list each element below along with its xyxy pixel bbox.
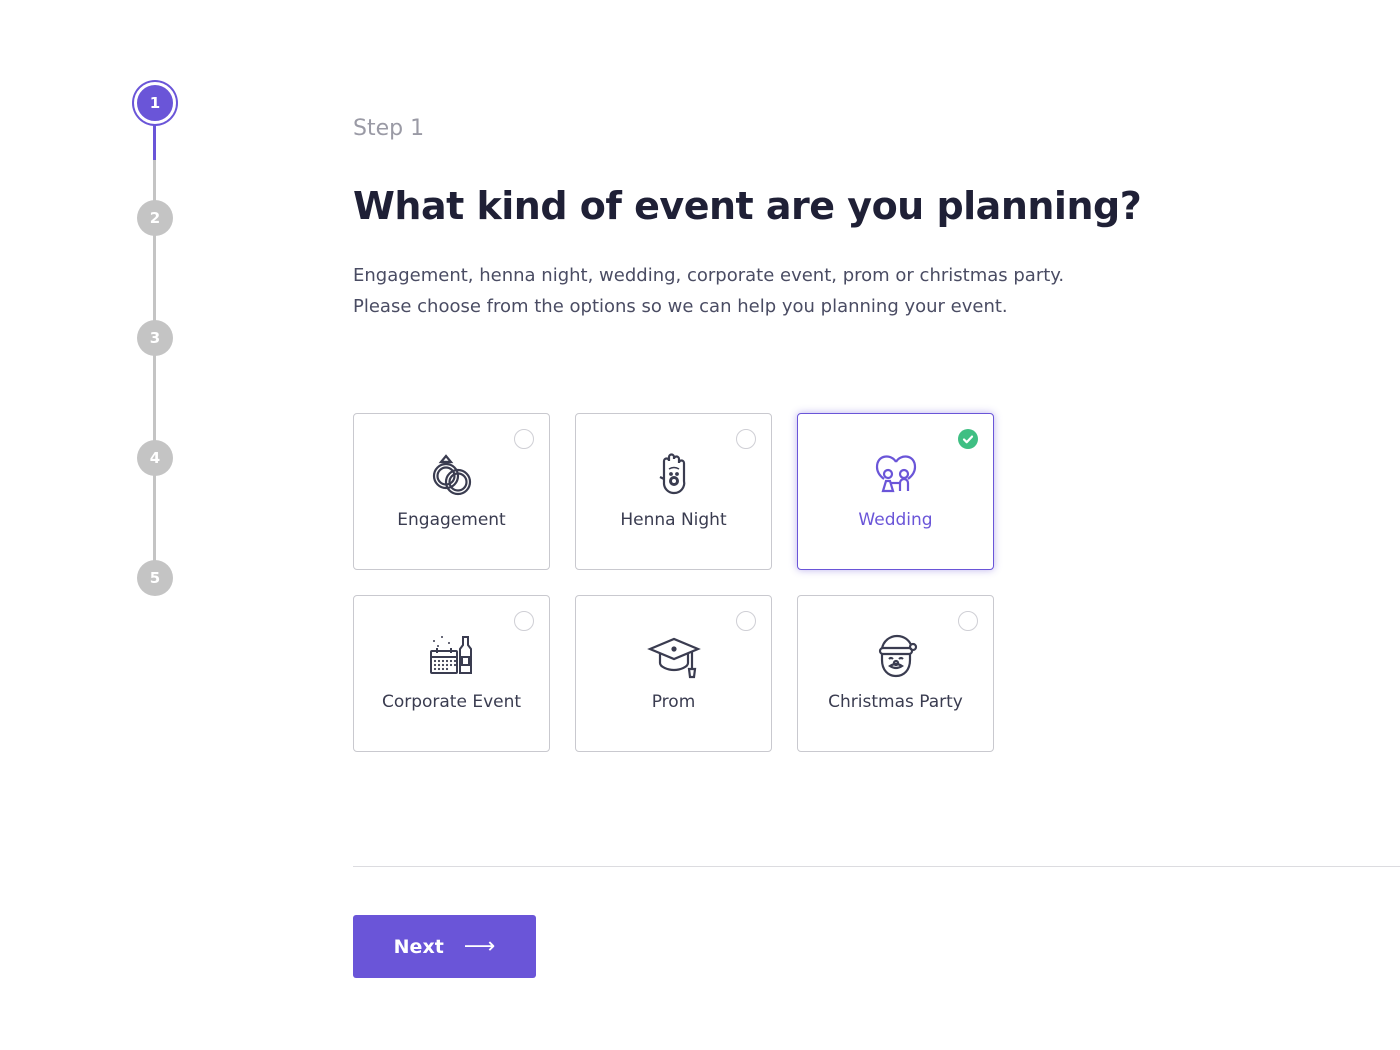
- description-line-2: Please choose from the options so we can…: [353, 296, 1008, 317]
- stepper-line-active: [153, 118, 156, 160]
- option-label: Engagement: [397, 510, 506, 530]
- radio-unchecked[interactable]: [958, 611, 978, 631]
- option-label: Wedding: [858, 510, 933, 530]
- progress-stepper: 1 2 3 4 5: [0, 0, 310, 1050]
- description-line-1: Engagement, henna night, wedding, corpor…: [353, 265, 1065, 286]
- option-corporate-event[interactable]: Corporate Event: [353, 595, 550, 752]
- step-1-indicator[interactable]: 1: [134, 82, 176, 124]
- radio-unchecked[interactable]: [514, 611, 534, 631]
- calendar-bottle-icon: [425, 629, 479, 683]
- radio-unchecked[interactable]: [514, 429, 534, 449]
- option-label: Christmas Party: [828, 692, 963, 712]
- next-button[interactable]: Next ⟶: [353, 915, 536, 978]
- arrow-right-icon: ⟶: [463, 934, 496, 959]
- next-button-label: Next: [393, 935, 444, 958]
- step-label: Step 1: [353, 116, 425, 141]
- radio-unchecked[interactable]: [736, 611, 756, 631]
- santa-icon: [869, 629, 923, 683]
- henna-hand-icon: [647, 447, 701, 501]
- option-christmas-party[interactable]: Christmas Party: [797, 595, 994, 752]
- option-label: Henna Night: [620, 510, 727, 530]
- radio-unchecked[interactable]: [736, 429, 756, 449]
- step-3-indicator[interactable]: 3: [137, 320, 173, 356]
- page-title: What kind of event are you planning?: [353, 184, 1142, 228]
- graduation-cap-icon: [646, 629, 701, 683]
- option-label: Corporate Event: [381, 692, 522, 712]
- radio-checked-icon[interactable]: [958, 429, 978, 449]
- step-4-indicator[interactable]: 4: [137, 440, 173, 476]
- footer-divider: [353, 866, 1400, 867]
- option-engagement[interactable]: Engagement: [353, 413, 550, 570]
- page-description: Engagement, henna night, wedding, corpor…: [353, 260, 1153, 322]
- option-henna-night[interactable]: Henna Night: [575, 413, 772, 570]
- wedding-couple-icon: [869, 447, 923, 501]
- option-prom[interactable]: Prom: [575, 595, 772, 752]
- event-type-options: Engagement Henna Night Wedding Corporate…: [353, 413, 994, 752]
- step-5-indicator[interactable]: 5: [137, 560, 173, 596]
- rings-icon: [425, 447, 479, 501]
- option-wedding[interactable]: Wedding: [797, 413, 994, 570]
- step-2-indicator[interactable]: 2: [137, 200, 173, 236]
- option-label: Prom: [651, 692, 696, 712]
